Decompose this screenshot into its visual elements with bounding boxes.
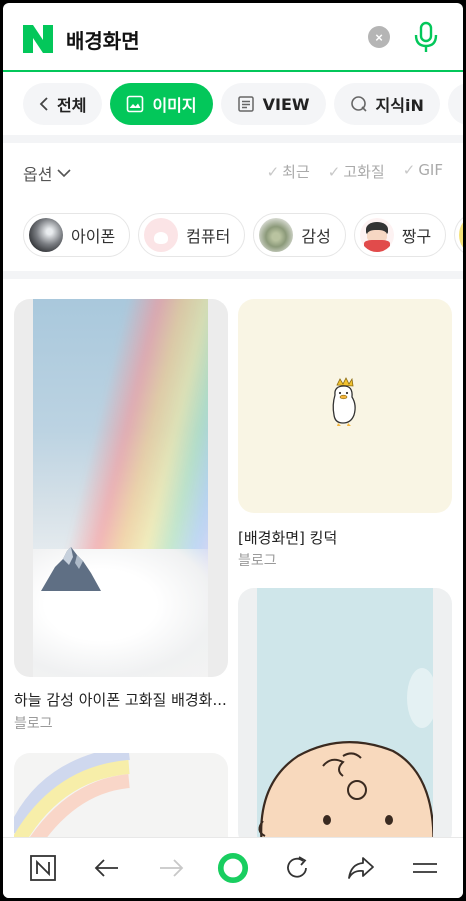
cartoon-photo bbox=[257, 588, 433, 848]
rainbow-sky-photo bbox=[33, 299, 208, 677]
filter-hd[interactable]: ✓ 고화질 bbox=[328, 161, 385, 182]
tab-label: 전체 bbox=[57, 96, 87, 115]
search-tabs: 전체 이미지 VIEW 지식iN bbox=[3, 75, 463, 133]
tab-view[interactable]: VIEW bbox=[220, 83, 326, 125]
result-image-2[interactable] bbox=[238, 299, 452, 513]
filter-recent[interactable]: ✓ 최근 bbox=[267, 161, 310, 182]
result-title[interactable]: 하늘 감성 아이폰 고화질 배경화... bbox=[14, 689, 228, 710]
share-icon[interactable] bbox=[345, 852, 377, 884]
related-chips: 아이폰 컴퓨터 감성 짱구 bbox=[23, 213, 463, 257]
tab-images[interactable]: 이미지 bbox=[110, 83, 213, 125]
chip-computer[interactable]: 컴퓨터 bbox=[138, 213, 246, 257]
document-icon bbox=[237, 95, 255, 113]
options-row: 옵션 ✓ 최근 ✓ 고화질 ✓ GIF bbox=[3, 143, 463, 199]
image-icon bbox=[126, 95, 144, 113]
chip-mood[interactable]: 감성 bbox=[253, 213, 346, 257]
chip-overflow[interactable] bbox=[454, 213, 463, 257]
section-divider bbox=[3, 271, 463, 279]
chip-thumbnail bbox=[359, 218, 394, 252]
check-icon: ✓ bbox=[402, 161, 416, 179]
result-source[interactable]: 블로그 bbox=[238, 550, 277, 570]
duck-illustration bbox=[332, 377, 356, 426]
menu-icon[interactable] bbox=[409, 852, 441, 884]
chip-iphone[interactable]: 아이폰 bbox=[23, 213, 131, 257]
chip-thumbnail bbox=[144, 218, 179, 252]
naver-logo[interactable] bbox=[23, 25, 53, 53]
filter-list: ✓ 최근 ✓ 고화질 ✓ GIF bbox=[267, 161, 443, 182]
search-input[interactable]: 배경화면 bbox=[66, 25, 140, 54]
check-icon: ✓ bbox=[327, 163, 341, 181]
chip-thumbnail bbox=[259, 218, 294, 252]
tab-label: VIEW bbox=[262, 94, 310, 114]
tab-all[interactable]: 전체 bbox=[23, 83, 103, 125]
chevron-left-icon bbox=[39, 96, 49, 112]
refresh-icon[interactable] bbox=[281, 852, 313, 884]
chip-jjanggu[interactable]: 짱구 bbox=[353, 213, 447, 257]
home-green-icon[interactable] bbox=[217, 852, 249, 884]
result-source[interactable]: 블로그 bbox=[14, 713, 53, 733]
result-image-1[interactable] bbox=[14, 299, 228, 677]
browser-frame: 배경화면 × 전체 이미지 VIEW 지식iN 옵션 ✓ 최근 ✓ 고화질 ✓ … bbox=[3, 3, 463, 898]
tab-kin[interactable]: 지식iN bbox=[333, 83, 440, 125]
q-icon bbox=[350, 95, 368, 113]
filter-gif[interactable]: ✓ GIF bbox=[403, 161, 443, 182]
check-icon: ✓ bbox=[266, 163, 280, 181]
clear-icon[interactable]: × bbox=[368, 26, 390, 48]
options-dropdown[interactable]: 옵션 bbox=[23, 161, 72, 185]
chevron-down-icon bbox=[57, 169, 72, 178]
tab-people[interactable] bbox=[447, 83, 463, 125]
section-divider bbox=[3, 135, 463, 143]
naver-n-icon[interactable] bbox=[27, 852, 59, 884]
options-label: 옵션 bbox=[23, 165, 53, 184]
tab-label: 이미지 bbox=[152, 96, 197, 115]
forward-arrow-icon[interactable] bbox=[155, 852, 187, 884]
tab-label: 지식iN bbox=[375, 96, 424, 115]
result-image-3[interactable] bbox=[238, 588, 452, 848]
microphone-icon[interactable] bbox=[413, 21, 439, 55]
chip-thumbnail bbox=[29, 218, 63, 252]
bottom-navigation bbox=[3, 837, 463, 898]
search-bar: 배경화면 × bbox=[3, 3, 463, 72]
result-title[interactable]: [배경화면] 킹덕 bbox=[238, 527, 452, 548]
back-arrow-icon[interactable] bbox=[91, 852, 123, 884]
